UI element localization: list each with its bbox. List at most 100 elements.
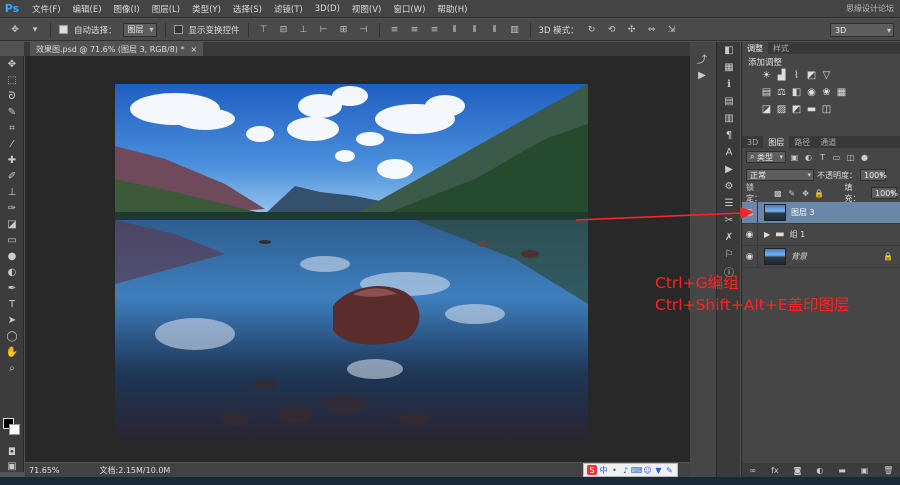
tab-3d[interactable]: 3D (742, 136, 763, 148)
gradient-tool-icon[interactable]: ▭ (0, 232, 24, 248)
menu-image[interactable]: 图像(I) (108, 3, 146, 15)
shape-tool-icon[interactable]: ◯ (0, 328, 24, 344)
layer-name[interactable]: 图层 3 (791, 207, 815, 218)
adjustment-filter-icon[interactable]: ◐ (803, 151, 814, 163)
lake-photo[interactable] (115, 84, 588, 439)
menu-type[interactable]: 类型(Y) (186, 3, 227, 15)
trash-icon[interactable]: 🗑 (883, 466, 893, 475)
filter-toggle-icon[interactable]: ● (859, 151, 870, 163)
link-icon[interactable]: ∞ (749, 466, 756, 475)
layer-comps-icon[interactable]: ⚐ (717, 246, 741, 263)
screen-mode-icon[interactable]: ▣ (0, 458, 24, 474)
distribute-vcenter-icon[interactable]: ≡ (408, 23, 422, 37)
orbit-3d-icon[interactable]: ↻ (585, 23, 599, 37)
swatches-panel-icon[interactable]: ▦ (717, 59, 741, 76)
color-balance-icon[interactable]: ⚖ (775, 86, 788, 99)
opacity-input[interactable]: 100% (860, 169, 887, 181)
levels-icon[interactable]: ▟ (775, 69, 788, 82)
photo-filter-icon[interactable]: ◉ (805, 86, 818, 99)
move-tool-icon[interactable]: ✥ (8, 23, 22, 37)
canvas-area[interactable] (25, 56, 690, 462)
tab-adjustments[interactable]: 调整 (742, 42, 768, 54)
align-vcenter-icon[interactable]: ⊟ (277, 23, 291, 37)
align-right-icon[interactable]: ⊣ (357, 23, 371, 37)
microphone-icon[interactable]: ♪ (621, 466, 630, 475)
fill-input[interactable]: 100% (871, 187, 898, 199)
slide-3d-icon[interactable]: ⇔ (645, 23, 659, 37)
posterize-icon[interactable]: ▨ (775, 103, 788, 116)
ime-language[interactable]: 中 (599, 466, 608, 475)
channel-mixer-icon[interactable]: ❀ (820, 86, 833, 99)
tools-icon[interactable]: ✎ (665, 466, 674, 475)
close-icon[interactable]: × (190, 45, 197, 54)
tab-styles[interactable]: 样式 (768, 42, 794, 54)
distribute-left-icon[interactable]: ⦀ (448, 23, 462, 37)
roll-3d-icon[interactable]: ⟲ (605, 23, 619, 37)
workspace-dropdown[interactable]: 3D (830, 23, 894, 37)
distribute-hcenter-icon[interactable]: ⦀ (468, 23, 482, 37)
character-panel-icon[interactable]: A (717, 144, 741, 161)
history-brush-tool-icon[interactable]: ✑ (0, 200, 24, 216)
menu-window[interactable]: 窗口(W) (387, 3, 431, 15)
blur-tool-icon[interactable]: ● (0, 248, 24, 264)
color-lookup-icon[interactable]: ▦ (835, 86, 848, 99)
gradient-map-icon[interactable]: ▬ (805, 103, 818, 116)
navigator-panel-icon[interactable]: ⚙ (717, 178, 741, 195)
folder-icon[interactable]: ▬ (838, 466, 846, 475)
paragraph-panel-icon[interactable]: ¶ (717, 127, 741, 144)
brightness-icon[interactable]: ☀ (760, 69, 773, 82)
type-filter-icon[interactable]: T (817, 151, 828, 163)
type-tool-icon[interactable]: T (0, 296, 24, 312)
document-tab[interactable]: 效果图.psd @ 71.6% (图层 3, RGB/8) * × (30, 42, 204, 56)
visibility-eye-icon[interactable]: ◉ (742, 245, 758, 268)
align-bottom-icon[interactable]: ⊥ (297, 23, 311, 37)
lock-transparent-icon[interactable]: ▩ (773, 187, 784, 199)
color-swatches[interactable] (3, 418, 21, 436)
adjustment-icon[interactable]: ◐ (816, 466, 823, 475)
distribute-top-icon[interactable]: ≡ (388, 23, 402, 37)
info-panel-icon[interactable]: ℹ (717, 76, 741, 93)
menu-select[interactable]: 选择(S) (227, 3, 268, 15)
layer-filter-dropdown[interactable]: ⌕ 类型 (746, 151, 787, 163)
menu-view[interactable]: 视图(V) (346, 3, 387, 15)
chevron-down-icon[interactable]: ▾ (28, 23, 42, 37)
menu-layer[interactable]: 图层(L) (146, 3, 186, 15)
eraser-tool-icon[interactable]: ◪ (0, 216, 24, 232)
healing-brush-tool-icon[interactable]: ✚ (0, 152, 24, 168)
new-layer-icon[interactable]: ▣ (861, 466, 869, 475)
zoom-level[interactable]: 71.65% (29, 466, 60, 475)
clone-stamp-tool-icon[interactable]: ⊥ (0, 184, 24, 200)
auto-select-dropdown[interactable]: 图层 (122, 22, 157, 37)
ime-toolbar[interactable]: S 中 • ♪ ⌨ ☺ ▼ ✎ (583, 463, 678, 477)
history-icon[interactable]: ⤴ (690, 50, 714, 67)
color-panel-icon[interactable]: ◧ (717, 42, 741, 59)
move-tool-icon[interactable]: ✥ (0, 56, 24, 72)
marquee-tool-icon[interactable]: ⬚ (0, 72, 24, 88)
mask-icon[interactable]: ◙ (794, 466, 802, 475)
auto-align-icon[interactable]: ▥ (508, 23, 522, 37)
skin-icon[interactable]: ▼ (654, 466, 663, 475)
path-select-tool-icon[interactable]: ➤ (0, 312, 24, 328)
layer-name[interactable]: 组 1 (790, 229, 806, 240)
layer-row[interactable]: ◉ 图层 3 (742, 201, 900, 224)
quick-select-tool-icon[interactable]: ✎ (0, 104, 24, 120)
hue-saturation-icon[interactable]: ▤ (760, 86, 773, 99)
auto-select-checkbox[interactable] (59, 25, 68, 34)
blend-mode-dropdown[interactable]: 正常 (746, 169, 814, 181)
distribute-bottom-icon[interactable]: ≡ (428, 23, 442, 37)
invert-icon[interactable]: ◪ (760, 103, 773, 116)
crop-tool-icon[interactable]: ⌗ (0, 120, 24, 136)
eyedropper-tool-icon[interactable]: ⁄ (0, 136, 24, 152)
scale-3d-icon[interactable]: ⇲ (665, 23, 679, 37)
channels-panel-icon[interactable]: ▥ (717, 110, 741, 127)
pixel-filter-icon[interactable]: ▣ (789, 151, 800, 163)
menu-help[interactable]: 帮助(H) (431, 3, 473, 15)
smart-object-filter-icon[interactable]: ◫ (845, 151, 856, 163)
lock-pixels-icon[interactable]: ✎ (786, 187, 797, 199)
punctuation-icon[interactable]: • (610, 466, 619, 475)
tab-paths[interactable]: 路径 (789, 136, 815, 148)
layer-row[interactable]: ◉ 背景 🔒 (742, 245, 900, 268)
show-transform-checkbox[interactable] (173, 25, 183, 34)
tab-channels[interactable]: 通道 (815, 136, 841, 148)
menu-filter[interactable]: 滤镜(T) (268, 3, 309, 15)
